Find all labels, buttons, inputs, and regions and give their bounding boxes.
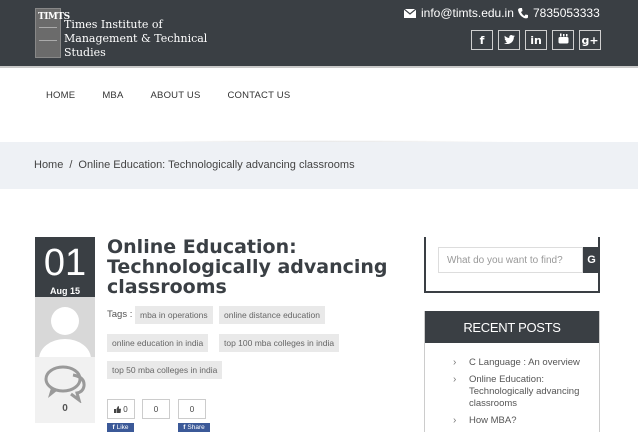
institute-name[interactable]: Times Institute of Management & Technica… <box>64 18 234 60</box>
nav-item-contact-us[interactable]: CONTACT US <box>228 90 291 101</box>
breadcrumb-separator: / <box>69 159 73 171</box>
google-plus-link[interactable]: g+ <box>579 30 601 50</box>
post-month: Aug 15 <box>49 286 80 296</box>
tag-mba-in-operations[interactable]: mba in operations <box>135 306 213 324</box>
phone-icon <box>518 7 528 18</box>
top-header: TIMTS Times Institute of Management & Te… <box>0 0 638 68</box>
tags-label: Tags : <box>107 309 133 320</box>
tag-online-distance-education[interactable]: online distance education <box>219 306 325 324</box>
share-count-box[interactable]: 0 <box>178 399 206 419</box>
facebook-share-label: Share <box>187 424 205 431</box>
chevron-right-icon: › <box>453 374 457 385</box>
tweet-count-box[interactable]: 0 <box>142 399 170 419</box>
google-plus-icon: g+ <box>581 33 599 47</box>
comment-count: 0 <box>62 403 68 414</box>
social-links: f in g+ <box>471 30 601 50</box>
breadcrumb-current: Online Education: Technologically advanc… <box>78 159 355 171</box>
institute-logo[interactable]: TIMTS <box>35 8 70 58</box>
recent-post-item[interactable]: › How MBA? <box>453 415 593 427</box>
tag-top-100-mba-colleges[interactable]: top 100 mba colleges in india <box>219 334 340 352</box>
contact-email[interactable]: info@timts.edu.in <box>404 6 514 20</box>
facebook-share-button[interactable]: f Share <box>178 423 210 432</box>
comment-count-box[interactable]: 0 <box>35 357 95 423</box>
recent-post-title: C Language : An overview <box>469 357 580 368</box>
post-title: Online Education: Technologically advanc… <box>107 236 388 298</box>
search-widget: G <box>424 237 600 293</box>
main-nav: HOME MBA ABOUT US CONTACT US <box>46 90 317 101</box>
recent-post-item[interactable]: › C Language : An overview <box>453 357 593 369</box>
facebook-like-button[interactable]: f Like <box>107 423 134 432</box>
facebook-link[interactable]: f <box>471 30 493 50</box>
share-count: 0 <box>189 404 195 414</box>
like-count-box[interactable]: 0 <box>107 399 135 419</box>
facebook-like-icon: f <box>112 424 115 431</box>
facebook-like-label: Like <box>116 424 129 431</box>
tweet-count: 0 <box>153 404 159 414</box>
contact-phone[interactable]: 7835053333 <box>518 6 600 20</box>
chevron-right-icon: › <box>453 357 457 368</box>
post-day: 01 <box>43 242 87 284</box>
youtube-icon <box>558 33 569 47</box>
nav-item-home[interactable]: HOME <box>46 90 75 101</box>
author-avatar <box>35 297 95 357</box>
phone-text: 7835053333 <box>533 6 600 20</box>
linkedin-icon: in <box>530 33 542 47</box>
breadcrumb: Home / Online Education: Technologically… <box>0 142 638 189</box>
breadcrumb-home[interactable]: Home <box>34 159 63 171</box>
search-button[interactable]: G <box>583 247 600 273</box>
like-count: 0 <box>123 404 128 414</box>
twitter-link[interactable] <box>498 30 520 50</box>
recent-posts-widget: RECENT POSTS › C Language : An overview ›… <box>424 311 600 432</box>
twitter-icon <box>503 34 515 47</box>
recent-posts-title: RECENT POSTS <box>425 311 599 343</box>
tag-online-education-in-india[interactable]: online education in india <box>107 334 209 352</box>
thumbs-up-icon <box>114 405 122 413</box>
youtube-link[interactable] <box>552 30 574 50</box>
post-date: 01 Aug 15 <box>35 237 95 297</box>
facebook-icon: f <box>479 33 485 47</box>
chevron-right-icon: › <box>453 415 457 426</box>
envelope-icon <box>404 8 416 18</box>
comment-icon <box>44 365 86 403</box>
nav-item-mba[interactable]: MBA <box>102 90 123 101</box>
search-input[interactable] <box>438 247 583 273</box>
nav-item-about-us[interactable]: ABOUT US <box>151 90 201 101</box>
facebook-share-icon: f <box>183 424 186 431</box>
recent-post-title: How MBA? <box>469 415 517 426</box>
recent-post-item[interactable]: › Online Education: Technologically advan… <box>453 374 593 410</box>
tag-top-50-mba-colleges[interactable]: top 50 mba colleges in india <box>107 361 223 379</box>
recent-posts-list: › C Language : An overview › Online Educat… <box>453 357 593 432</box>
email-text: info@timts.edu.in <box>421 6 514 20</box>
linkedin-link[interactable]: in <box>525 30 547 50</box>
recent-post-title: Online Education: Technologically advanc… <box>469 374 580 409</box>
